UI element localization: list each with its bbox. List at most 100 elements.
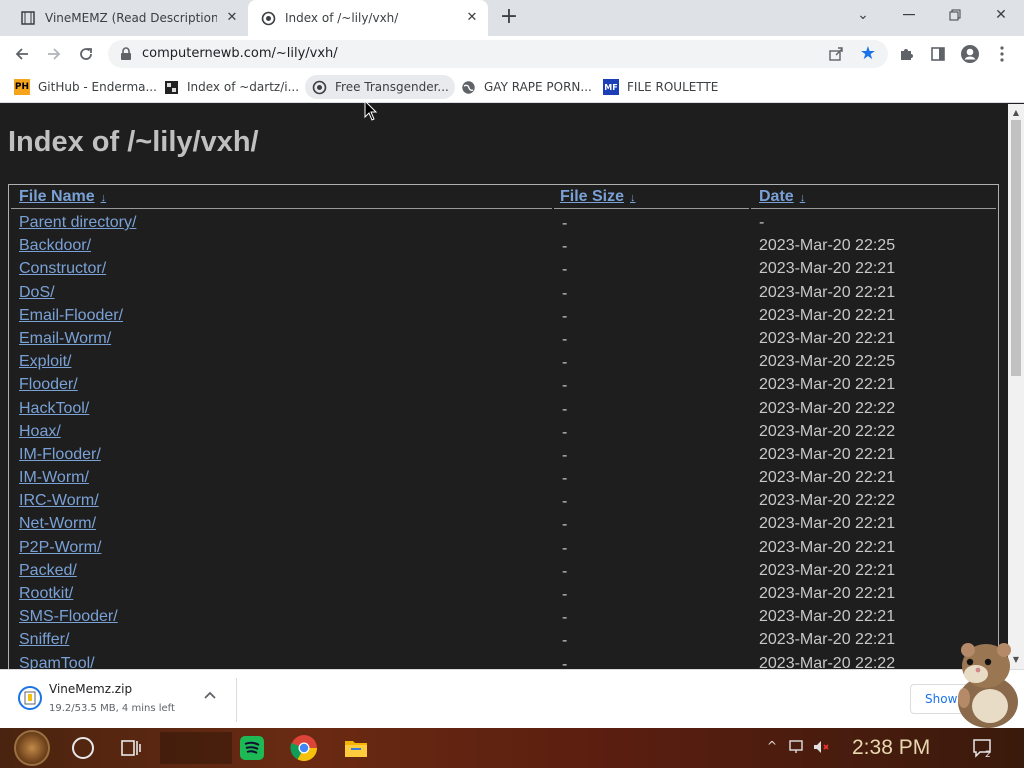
- table-row: Email-Flooder/ - 2023-Mar-20 22:21: [19, 306, 994, 329]
- file-size: -: [562, 377, 568, 395]
- bookmark-label: Free Transgender...: [335, 80, 449, 94]
- browser-toolbar: computernewb.com/~lily/vxh/ ★: [0, 36, 1024, 72]
- tab-search-icon[interactable]: ⌄: [840, 0, 886, 30]
- minimize-button[interactable]: [886, 0, 932, 30]
- file-name-link[interactable]: HackTool/: [19, 400, 89, 418]
- forward-button[interactable]: [40, 40, 68, 68]
- file-explorer-app-icon[interactable]: [340, 732, 372, 764]
- volume-muted-icon[interactable]: [812, 739, 830, 757]
- tab-index-vxh[interactable]: Index of /~lily/vxh/ ✕: [248, 0, 488, 36]
- bookmark-file-roulette[interactable]: MF FILE ROULETTE: [597, 75, 724, 99]
- file-size: -: [562, 493, 568, 511]
- file-name-link[interactable]: SMS-Flooder/: [19, 608, 118, 626]
- file-name-link[interactable]: Rootkit/: [19, 585, 73, 603]
- table-row: Constructor/ - 2023-Mar-20 22:21: [19, 259, 994, 282]
- close-tab-icon[interactable]: ✕: [224, 10, 240, 26]
- file-name-link[interactable]: IM-Flooder/: [19, 446, 101, 464]
- camera-lens-icon: [311, 79, 327, 95]
- bookmark-gay-rape[interactable]: GAY RAPE PORN...: [454, 75, 598, 99]
- show-hidden-icons-icon[interactable]: ^: [767, 739, 785, 757]
- extensions-puzzle-icon[interactable]: [896, 44, 916, 64]
- chrome-app-icon[interactable]: [288, 732, 320, 764]
- header-divider: [751, 208, 996, 209]
- table-row: Parent directory/ - -: [19, 213, 994, 236]
- column-header-file-size[interactable]: File Size ↓: [560, 188, 636, 206]
- file-name-link[interactable]: Email-Flooder/: [19, 307, 123, 325]
- file-name-link[interactable]: P2P-Worm/: [19, 539, 101, 557]
- file-date: 2023-Mar-20 22:25: [759, 353, 896, 371]
- menu-kebab-icon[interactable]: [992, 44, 1012, 64]
- scrollbar-thumb[interactable]: [1011, 120, 1021, 376]
- zip-file-icon[interactable]: [18, 686, 42, 710]
- close-tab-icon[interactable]: ✕: [464, 10, 480, 26]
- bookmark-index-dartz[interactable]: Index of ~dartz/i...: [157, 75, 305, 99]
- header-divider: [11, 208, 552, 209]
- bookmark-star-icon[interactable]: ★: [860, 43, 876, 64]
- mf-logo-icon: MF: [603, 79, 619, 95]
- sort-arrow-icon: ↓: [630, 192, 636, 204]
- search-icon[interactable]: [72, 737, 94, 759]
- file-name-link[interactable]: IRC-Worm/: [19, 492, 99, 510]
- file-size: -: [562, 470, 568, 488]
- lock-icon[interactable]: [120, 46, 134, 60]
- side-panel-icon[interactable]: [928, 44, 948, 64]
- file-name-link[interactable]: DoS/: [19, 284, 55, 302]
- address-bar[interactable]: computernewb.com/~lily/vxh/ ★: [108, 40, 888, 68]
- file-date: 2023-Mar-20 22:22: [759, 399, 896, 417]
- file-name-link[interactable]: Flooder/: [19, 376, 78, 394]
- divider: [236, 678, 237, 722]
- column-header-date[interactable]: Date ↓: [759, 188, 805, 206]
- file-name-link[interactable]: Net-Worm/: [19, 515, 96, 533]
- file-size: -: [562, 307, 568, 325]
- profile-avatar-icon[interactable]: [960, 44, 980, 64]
- bookmark-free-transgender[interactable]: Free Transgender...: [305, 75, 455, 99]
- share-icon[interactable]: [828, 46, 844, 62]
- file-name-link[interactable]: IM-Worm/: [19, 469, 89, 487]
- file-date: 2023-Mar-20 22:21: [759, 306, 896, 324]
- file-date: 2023-Mar-20 22:21: [759, 631, 896, 649]
- start-button[interactable]: [14, 730, 50, 766]
- network-icon[interactable]: [788, 739, 806, 757]
- download-filename[interactable]: VineMemz.zip: [49, 682, 132, 696]
- sort-arrow-icon: ↓: [100, 192, 107, 204]
- mouse-pointer-icon: [364, 99, 378, 122]
- page-scrollbar[interactable]: ▲ ▼: [1008, 104, 1024, 669]
- file-name-link[interactable]: SpamTool/: [19, 655, 95, 669]
- chevron-up-icon[interactable]: [204, 688, 220, 704]
- file-name-link[interactable]: Hoax/: [19, 423, 61, 441]
- tab-vinememz[interactable]: VineMEMZ (Read Description) ✕: [8, 0, 248, 36]
- file-name-link[interactable]: Sniffer/: [19, 631, 69, 649]
- file-name-link[interactable]: Exploit/: [19, 353, 71, 371]
- task-view-icon[interactable]: [120, 738, 142, 758]
- file-date: 2023-Mar-20 22:21: [759, 585, 896, 602]
- grid-icon: [163, 79, 179, 95]
- new-tab-button[interactable]: +: [498, 6, 520, 29]
- file-name-link[interactable]: Email-Worm/: [19, 330, 111, 348]
- tab-title: Index of /~lily/vxh/: [285, 11, 399, 25]
- column-header-file-name[interactable]: File Name ↓: [19, 188, 106, 206]
- file-name-link[interactable]: Packed/: [19, 562, 77, 580]
- table-row: IM-Worm/ - 2023-Mar-20 22:21: [19, 468, 994, 491]
- file-date: 2023-Mar-20 22:21: [759, 538, 896, 556]
- page-title: Index of /~lily/vxh/: [8, 126, 259, 158]
- close-window-button[interactable]: ✕: [978, 0, 1024, 30]
- scroll-up-arrow-icon[interactable]: ▲: [1008, 106, 1024, 120]
- bookmark-label: GAY RAPE PORN...: [484, 80, 592, 94]
- notification-center-icon[interactable]: 2: [972, 738, 992, 760]
- bookmark-github[interactable]: PH GitHub - Enderma...: [8, 75, 163, 99]
- file-name-link[interactable]: Parent directory/: [19, 214, 136, 232]
- restore-button[interactable]: [932, 0, 978, 30]
- file-date: 2023-Mar-20 22:22: [759, 654, 896, 669]
- file-size: -: [562, 632, 568, 650]
- file-date: 2023-Mar-20 22:21: [759, 515, 896, 533]
- file-name-link[interactable]: Constructor/: [19, 260, 106, 278]
- file-name-link[interactable]: Backdoor/: [19, 237, 91, 255]
- taskbar-clock[interactable]: 2:38 PM: [852, 736, 930, 760]
- reload-button[interactable]: [72, 40, 100, 68]
- spotify-app-icon[interactable]: [236, 732, 268, 764]
- back-button[interactable]: [8, 40, 36, 68]
- page-viewport: Index of /~lily/vxh/ File Name ↓ File Siz…: [0, 104, 1008, 669]
- table-row: Packed/ - 2023-Mar-20 22:21: [19, 561, 994, 584]
- table-row: Net-Worm/ - 2023-Mar-20 22:21: [19, 514, 994, 537]
- file-size: -: [562, 516, 568, 534]
